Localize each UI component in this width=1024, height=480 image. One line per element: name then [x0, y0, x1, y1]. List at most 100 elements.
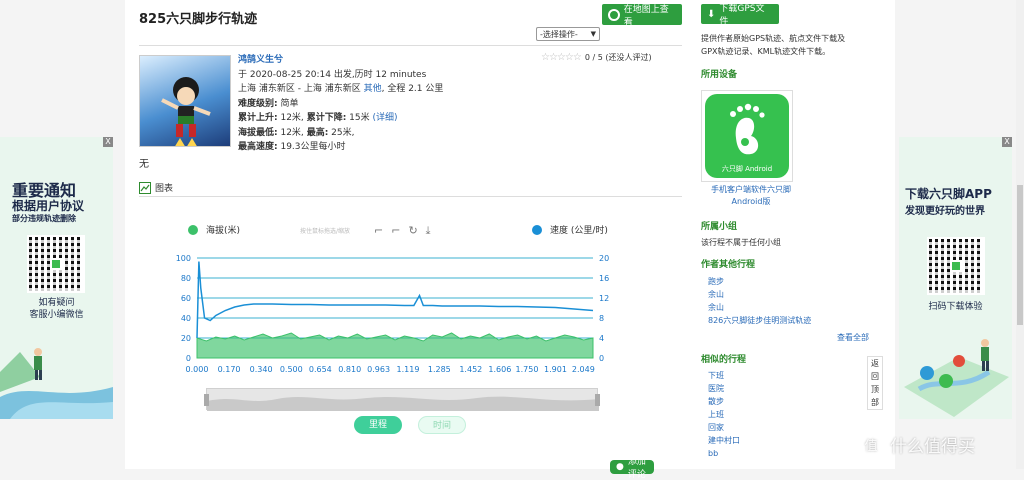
- legend-elevation[interactable]: 海拔(米): [188, 223, 240, 236]
- track-info: 鸿鹄义生兮 于 2020-08-25 20:14 出发,历时 12 minute…: [238, 53, 538, 155]
- x-tick-label: 0.000: [186, 365, 209, 374]
- footprint-icon: [730, 103, 765, 155]
- ad-close-button[interactable]: X: [103, 137, 113, 147]
- qr-logo-icon: [50, 258, 62, 270]
- route-other-link[interactable]: 其他: [364, 84, 382, 94]
- author-link[interactable]: 鸿鹄义生兮: [238, 55, 283, 65]
- star-rating-icon[interactable]: ☆☆☆☆☆: [541, 52, 582, 63]
- range-handle-right[interactable]: [595, 394, 600, 406]
- action-select[interactable]: -选择操作- ▼: [536, 27, 600, 41]
- x-tick-label: 1.119: [397, 365, 420, 374]
- speed-row: 最高速度: 19.3公里每小时: [238, 142, 346, 152]
- refresh-icon[interactable]: ↻: [408, 224, 417, 238]
- app-icon: 六只脚 Android: [705, 94, 789, 178]
- similar-trip-link[interactable]: bb: [708, 447, 740, 460]
- author-trips-list: 跑步 余山 余山 826六只脚徒步佳明测试轨迹: [708, 275, 811, 327]
- legend-speed[interactable]: 速度 (公里/时): [532, 223, 608, 236]
- y-left-tick-label: 0: [186, 354, 191, 363]
- author-trip-link[interactable]: 余山: [708, 288, 811, 301]
- elevation-area: [196, 332, 594, 359]
- comment-icon: ●: [616, 462, 624, 472]
- qr-code-image: [27, 235, 85, 293]
- group-text: 该行程不属于任何小组: [701, 238, 781, 247]
- range-slider[interactable]: [204, 388, 600, 411]
- range-preview: [207, 396, 599, 411]
- y-right-tick-label: 8: [599, 314, 604, 323]
- zoom-select-icon[interactable]: ⌐: [374, 224, 383, 238]
- chart-hint: 按住鼠标拖选/缩放: [300, 228, 351, 235]
- x-tick-label: 1.901: [544, 365, 567, 374]
- y-right-tick-label: 16: [599, 274, 609, 283]
- legend-dot-green: [188, 224, 198, 235]
- difficulty-row: 难度级别: 简单: [238, 98, 299, 109]
- group-title: 所属小组: [701, 222, 738, 232]
- download-gps-button[interactable]: ⬇ 下载GPS文件: [701, 4, 779, 27]
- author-trip-link[interactable]: 跑步: [708, 275, 811, 288]
- x-tick-label: 0.654: [309, 365, 332, 374]
- distance-button[interactable]: 里程: [354, 416, 402, 434]
- x-tick-label: 1.452: [459, 365, 482, 374]
- device-caption-link[interactable]: 手机客户端软件六只脚 Android版: [701, 184, 801, 208]
- download-arrow-icon: ⬇: [707, 8, 716, 20]
- similar-trip-link[interactable]: 散步: [708, 395, 740, 408]
- description: 无: [139, 159, 149, 170]
- left-ad-banner[interactable]: X 重要通知 根据用户协议 部分违规轨迹删除 如有疑问 客服小编微信: [0, 137, 113, 419]
- speed-line: [196, 261, 594, 339]
- view-on-map-button[interactable]: 在地图上查看: [602, 4, 682, 28]
- back-to-top-button[interactable]: 返 回 顶 部: [867, 356, 883, 410]
- qr-caption: 如有疑问 客服小编微信: [29, 298, 84, 320]
- x-tick-label: 2.049: [572, 365, 595, 374]
- chart-toolbar: ⌐ ⌐ ↻ ⤓: [374, 224, 431, 238]
- similar-trip-link[interactable]: 建中村口: [708, 434, 740, 447]
- device-title: 所用设备: [701, 70, 738, 80]
- track-main-panel: 825六只脚步行轨迹 在地图上查看 -选择操作- ▼ 鸿鹄义生兮 于 2020-…: [125, 0, 695, 480]
- scrollbar-thumb[interactable]: [1017, 185, 1023, 325]
- x-tick-label: 1.750: [516, 365, 539, 374]
- detail-link[interactable]: (详细): [373, 113, 398, 123]
- y-left-tick-label: 80: [181, 274, 191, 283]
- right-ad-banner[interactable]: X 下载六只脚APP 发现更好玩的世界 扫码下载体验: [899, 137, 1012, 419]
- page-title: 825六只脚步行轨迹: [139, 12, 258, 27]
- y-right-tick-label: 20: [599, 254, 609, 263]
- time-button[interactable]: 时间: [418, 416, 466, 434]
- qr-caption: 扫码下载体验: [928, 302, 983, 312]
- qr-logo-icon: [950, 260, 962, 272]
- elevation-speed-chart[interactable]: 100 2080 1660 1240 820 40 00.000 0.170 0.340 0.50…: [165, 248, 625, 388]
- tab-chart[interactable]: 图表: [139, 181, 173, 194]
- add-comment-button[interactable]: ● 添加评论: [610, 457, 654, 480]
- author-trip-link[interactable]: 826六只脚徒步佳明测试轨迹: [708, 314, 811, 327]
- range-handle-left[interactable]: [204, 394, 209, 406]
- legend-dot-blue: [532, 224, 542, 235]
- ad-heading: 下载六只脚APP: [905, 187, 992, 201]
- download-icon[interactable]: ⤓: [426, 224, 431, 238]
- rise-fall-row: 累计上升: 12米, 累计下降: 15米 (详细): [238, 113, 398, 123]
- altitude-row: 海拔最低: 12米, 最高: 25米,: [238, 127, 355, 138]
- similar-list: 下班 医院 散步 上班 回家 建中村口 bb: [708, 369, 740, 460]
- chart-icon: [139, 181, 151, 194]
- similar-trip-link[interactable]: 医院: [708, 382, 740, 395]
- ad-subheading: 部分违规轨迹删除: [12, 214, 76, 223]
- zoom-back-icon[interactable]: ⌐: [391, 224, 400, 238]
- similar-trip-link[interactable]: 回家: [708, 421, 740, 434]
- y-left-tick-label: 20: [181, 334, 191, 343]
- route-text: 上海 浦东新区 - 上海 浦东新区 其他, 全程 2.1 公里: [238, 84, 444, 94]
- map-icon: [608, 8, 620, 21]
- map-illustration: [904, 339, 1009, 417]
- y-right-tick-label: 12: [599, 294, 609, 303]
- x-tick-label: 0.170: [218, 365, 241, 374]
- similar-trip-link[interactable]: 下班: [708, 369, 740, 382]
- watermark-logo-icon: 值: [858, 431, 884, 457]
- download-desc: 提供作者原始GPS轨迹、航点文件下载及 GPX轨迹记录、KML轨迹文件下载。: [701, 34, 846, 56]
- x-tick-label: 0.500: [280, 365, 303, 374]
- page-scrollbar[interactable]: [1016, 0, 1024, 469]
- astro-boy-image: [161, 77, 211, 146]
- avatar[interactable]: [139, 55, 231, 147]
- site-watermark: 值 什么值得买: [858, 431, 975, 457]
- author-trip-link[interactable]: 余山: [708, 301, 811, 314]
- ad-close-button[interactable]: X: [1002, 137, 1012, 147]
- device-card[interactable]: 六只脚 Android: [701, 90, 793, 182]
- see-all-link[interactable]: 查看全部: [837, 332, 869, 343]
- chevron-down-icon: ▼: [590, 30, 596, 38]
- y-right-tick-label: 4: [599, 334, 604, 343]
- similar-trip-link[interactable]: 上班: [708, 408, 740, 421]
